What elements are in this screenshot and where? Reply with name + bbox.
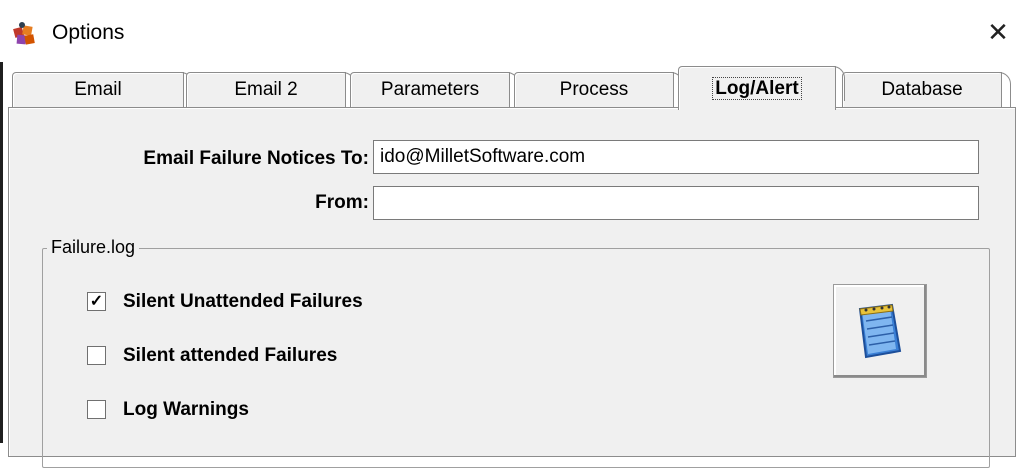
tab-label: Log/Alert bbox=[712, 77, 802, 100]
tab-parameters[interactable]: Parameters bbox=[350, 72, 519, 108]
tab-label: Email 2 bbox=[234, 79, 298, 100]
window-left-edge bbox=[0, 62, 3, 443]
tab-process[interactable]: Process bbox=[514, 72, 683, 108]
from-label: From: bbox=[315, 192, 369, 213]
checkbox-box[interactable]: ✓ bbox=[87, 292, 106, 311]
checkbox-label: Log Warnings bbox=[123, 399, 249, 420]
tab-label: Parameters bbox=[380, 79, 480, 100]
failure-log-legend: Failure.log bbox=[47, 236, 140, 258]
tab-label: Process bbox=[559, 79, 629, 100]
tab-email-2[interactable]: Email 2 bbox=[186, 72, 355, 108]
silent-unattended-failures-checkbox[interactable]: ✓ Silent Unattended Failures bbox=[87, 290, 447, 318]
from-input[interactable] bbox=[373, 186, 979, 220]
close-button[interactable]: ✕ bbox=[978, 14, 1018, 50]
checkbox-label: Silent attended Failures bbox=[123, 345, 338, 366]
checkbox-label: Silent Unattended Failures bbox=[123, 291, 363, 312]
checkbox-box[interactable] bbox=[87, 400, 106, 419]
open-failure-log-button[interactable] bbox=[833, 284, 927, 378]
tab-email[interactable]: Email bbox=[12, 72, 193, 108]
title-bar: Options ✕ bbox=[0, 0, 1024, 62]
log-alert-panel: Email Failure Notices To: ido@MilletSoft… bbox=[8, 107, 1016, 468]
log-warnings-checkbox[interactable]: Log Warnings bbox=[87, 398, 447, 426]
notepad-icon bbox=[852, 301, 908, 366]
tab-log-alert[interactable]: Log/Alert bbox=[678, 66, 845, 110]
checkbox-box[interactable] bbox=[87, 346, 106, 365]
failure-notices-to-input[interactable]: ido@MilletSoftware.com bbox=[373, 140, 979, 174]
tab-label: Email bbox=[74, 79, 122, 100]
dialog-body: Email Email 2 Parameters Process Log/Ale… bbox=[0, 62, 1024, 468]
options-app-icon bbox=[10, 20, 38, 48]
tab-database[interactable]: Database bbox=[842, 72, 1011, 108]
window-title: Options bbox=[52, 21, 125, 44]
failure-notices-to-label: Email Failure Notices To: bbox=[143, 148, 369, 169]
tab-label: Database bbox=[881, 79, 963, 100]
silent-attended-failures-checkbox[interactable]: Silent attended Failures bbox=[87, 344, 447, 372]
